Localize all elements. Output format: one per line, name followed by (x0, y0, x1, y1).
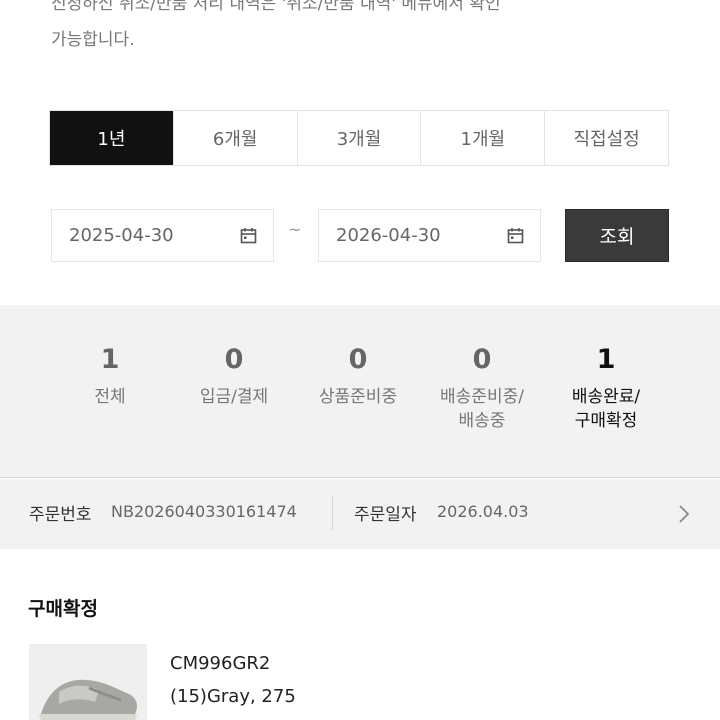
status-count: 0 (472, 344, 492, 375)
search-button[interactable]: 조회 (565, 209, 669, 262)
status-label: 전체 (94, 387, 126, 407)
start-date-value: 2025-04-30 (69, 225, 174, 246)
status-label: 배송준비중/ 배송중 (440, 387, 524, 431)
order-header[interactable]: 주문번호 NB2026040330161474 주문일자 2026.04.03 (0, 479, 720, 549)
product-option: (15)Gray, 275 (170, 686, 296, 707)
status-count: 1 (100, 344, 120, 375)
end-date-field[interactable]: 2026-04-30 (318, 209, 541, 262)
status-count: 0 (348, 344, 368, 375)
tab-custom-range[interactable]: 직접설정 (544, 111, 668, 165)
status-count: 0 (224, 344, 244, 375)
product-name[interactable]: CM996GR2 (170, 653, 270, 674)
status-label: 입금/결제 (199, 387, 269, 407)
status-all[interactable]: 1 전체 (48, 305, 172, 477)
product-image[interactable] (29, 644, 147, 720)
order-date-label: 주문일자 (354, 505, 417, 525)
status-label: 상품준비중 (318, 387, 398, 407)
order-number-label: 주문번호 (29, 505, 92, 525)
order-header-divider (332, 496, 333, 530)
status-label: 배송완료/ 구매확정 (571, 387, 641, 431)
order-date: 2026.04.03 (437, 502, 529, 521)
order-number: NB2026040330161474 (111, 502, 297, 521)
status-delivered[interactable]: 1 배송완료/ 구매확정 (544, 305, 668, 477)
tab-1-month[interactable]: 1개월 (420, 111, 545, 165)
tab-1-year[interactable]: 1년 (50, 111, 173, 165)
notice-line-1: 신청하신 취소/반품 처리 내역은 '취소/반품 내역' 메뉴에서 확인 (51, 0, 501, 14)
date-range-separator: ~ (288, 220, 302, 239)
period-tabs: 1년 6개월 3개월 1개월 직접설정 (49, 110, 669, 166)
order-status-summary: 1 전체 0 입금/결제 0 상품준비중 0 배송준비중/ 배송중 1 배송완료… (0, 305, 720, 478)
tab-3-months[interactable]: 3개월 (296, 111, 421, 165)
chevron-right-icon[interactable] (678, 504, 690, 524)
tab-6-months[interactable]: 6개월 (172, 111, 297, 165)
status-preparing[interactable]: 0 상품준비중 (296, 305, 420, 477)
end-date-value: 2026-04-30 (336, 225, 441, 246)
status-shipping[interactable]: 0 배송준비중/ 배송중 (420, 305, 544, 477)
notice-line-2: 가능합니다. (51, 30, 135, 50)
sneaker-image (29, 644, 147, 720)
order-status-title: 구매확정 (28, 598, 98, 620)
calendar-icon[interactable] (240, 227, 257, 244)
notice-text: 신청하신 취소/반품 처리 내역은 '취소/반품 내역' 메뉴에서 확인 가능합… (51, 0, 671, 58)
start-date-field[interactable]: 2025-04-30 (51, 209, 274, 262)
status-payment[interactable]: 0 입금/결제 (172, 305, 296, 477)
status-count: 1 (596, 344, 616, 375)
calendar-icon[interactable] (507, 227, 524, 244)
